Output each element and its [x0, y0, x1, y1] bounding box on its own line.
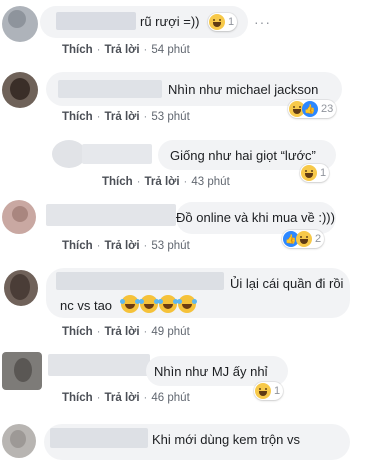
comment-text: Nhìn như MJ ấy nhỉ: [154, 364, 268, 379]
timestamp[interactable]: 43 phút: [191, 176, 229, 188]
like-link[interactable]: Thích: [62, 111, 93, 123]
reply-link[interactable]: Trả lời: [105, 111, 140, 123]
reaction-summary[interactable]: 1: [254, 382, 284, 400]
avatar[interactable]: [2, 424, 36, 458]
like-link[interactable]: Thích: [62, 326, 93, 338]
avatar[interactable]: [52, 140, 86, 168]
like-reaction-icon: 👍: [302, 101, 318, 117]
comment-text-line-2: nc vs tao: [60, 298, 113, 313]
avatar[interactable]: [4, 270, 38, 306]
reaction-summary[interactable]: 1: [300, 164, 330, 182]
author-name-blurred[interactable]: [46, 204, 176, 226]
more-options-icon[interactable]: ···: [254, 14, 271, 30]
comment-text: Khi mới dùng kem trộn vs: [152, 432, 300, 447]
comment-actions: Thích · Trả lời · 53 phút: [62, 111, 190, 123]
author-name-blurred[interactable]: [50, 428, 148, 448]
author-name-blurred[interactable]: [58, 80, 162, 98]
reaction-summary[interactable]: 👍 23: [288, 100, 337, 118]
haha-reaction-icon: [209, 14, 225, 30]
laughing-tears-emoji: [120, 295, 139, 313]
author-name-blurred[interactable]: [82, 144, 152, 164]
reply-link[interactable]: Trả lời: [105, 326, 140, 338]
comment-text: rũ rượi =)): [140, 14, 200, 29]
comment-text: Nhìn như michael jackson: [168, 82, 319, 97]
reply-link[interactable]: Trả lời: [105, 392, 140, 404]
like-link[interactable]: Thích: [62, 392, 93, 404]
reply-link[interactable]: Trả lời: [105, 44, 140, 56]
laughing-tears-emoji: [158, 295, 177, 313]
avatar[interactable]: [2, 72, 38, 108]
avatar[interactable]: [2, 200, 36, 234]
like-link[interactable]: Thích: [102, 176, 133, 188]
timestamp[interactable]: 46 phút: [151, 392, 189, 404]
comment-actions: Thích · Trả lời · 46 phút: [62, 392, 190, 404]
like-link[interactable]: Thích: [62, 240, 93, 252]
comment-actions: Thích · Trả lời · 54 phút: [62, 44, 190, 56]
avatar[interactable]: [2, 352, 42, 390]
timestamp[interactable]: 53 phút: [151, 111, 189, 123]
haha-reaction-icon: [296, 231, 312, 247]
haha-reaction-icon: [301, 165, 317, 181]
laughing-tears-emojis: [120, 295, 196, 313]
timestamp[interactable]: 53 phút: [151, 240, 189, 252]
timestamp[interactable]: 49 phút: [151, 326, 189, 338]
comment-text: Giống như hai giọt “lước”: [170, 148, 316, 163]
comment-actions: Thích · Trả lời · 53 phút: [62, 240, 190, 252]
haha-reaction-icon: [255, 383, 271, 399]
author-name-blurred[interactable]: [56, 272, 224, 290]
like-link[interactable]: Thích: [62, 44, 93, 56]
laughing-tears-emoji: [139, 295, 158, 313]
comment-text: Đồ online và khi mua về :))): [176, 210, 335, 225]
laughing-tears-emoji: [177, 295, 196, 313]
reaction-summary[interactable]: 1: [208, 13, 238, 31]
timestamp[interactable]: 54 phút: [151, 44, 189, 56]
reply-link[interactable]: Trả lời: [145, 176, 180, 188]
comment-actions: Thích · Trả lời · 43 phút: [102, 176, 230, 188]
reaction-summary[interactable]: 👍 2: [282, 230, 325, 248]
author-name-blurred[interactable]: [56, 12, 136, 30]
comment-text-line-1: Ủi lại cái quần đi rồi: [230, 276, 344, 291]
avatar[interactable]: [2, 6, 38, 42]
reply-link[interactable]: Trả lời: [105, 240, 140, 252]
comment-actions: Thích · Trả lời · 49 phút: [62, 326, 190, 338]
author-name-blurred[interactable]: [48, 354, 150, 376]
